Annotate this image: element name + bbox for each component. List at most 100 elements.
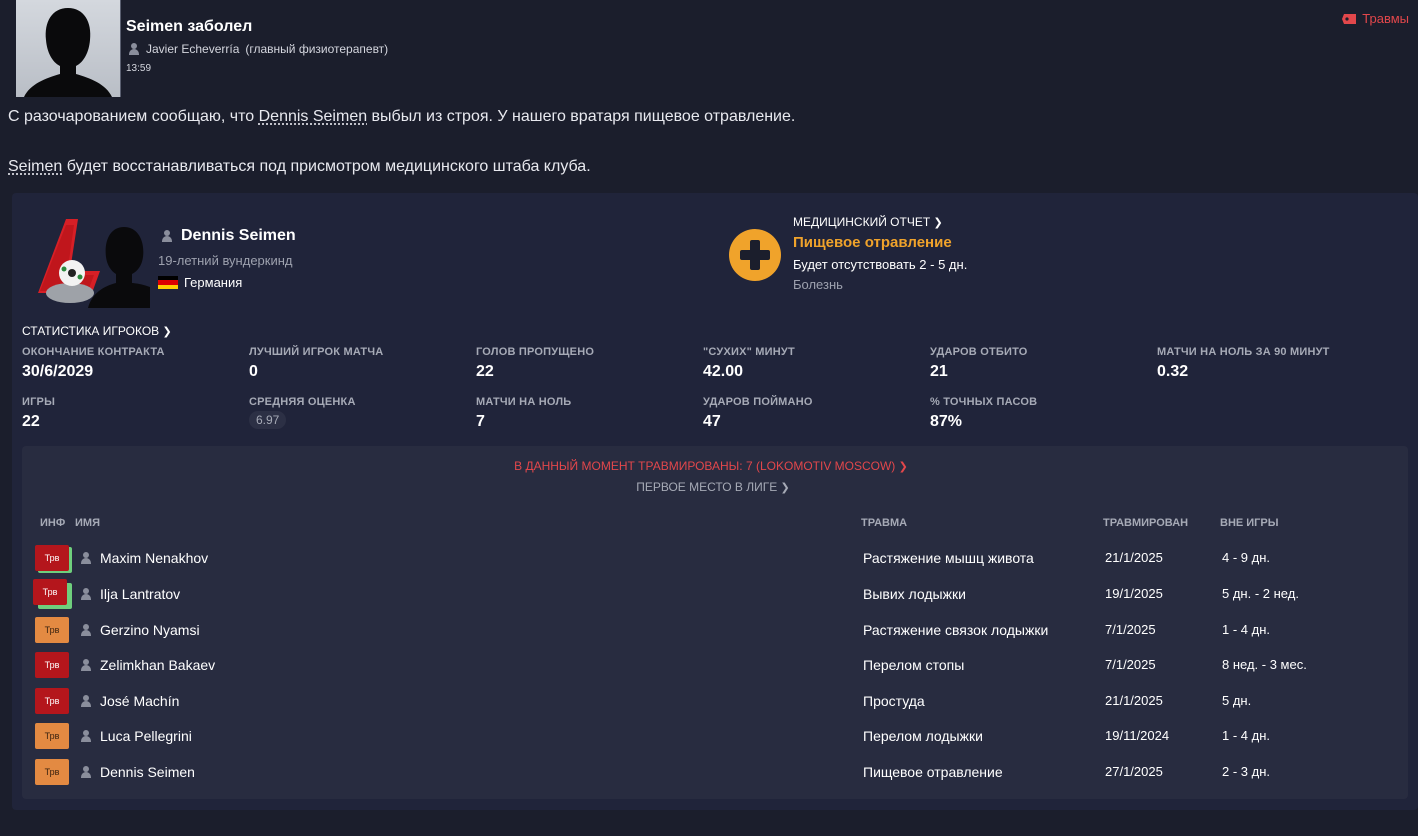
medical-report-link[interactable]: МЕДИЦИНСКИЙ ОТЧЕТ ❯ [793,215,943,229]
person-icon [80,766,92,778]
stat-label: ЛУЧШИЙ ИГРОК МАТЧА [249,346,384,358]
player-name-cell[interactable]: Maxim Nenakhov [80,550,208,566]
stat-value: 47 [703,413,721,430]
stat-value: 22 [476,363,494,380]
person-icon [80,552,92,564]
injury-cell: Простуда [863,693,925,709]
injury-cell: Растяжение мышц живота [863,550,1034,566]
sender-line[interactable]: Javier Echeverría (главный физиотерапевт… [128,42,388,56]
player-name-text[interactable]: Maxim Nenakhov [100,550,208,566]
stat-contract-end: ОКОНЧАНИЕ КОНТРАКТА 30/6/2029 [22,346,165,381]
stat-value: 87% [930,413,963,430]
league-position-link[interactable]: ПЕРВОЕ МЕСТО В ЛИГЕ ❯ [0,480,1418,494]
player-name-cell[interactable]: Ilja Lantratov [80,586,180,602]
player-name-cell[interactable]: José Machín [80,693,179,709]
person-icon [80,659,92,671]
stat-value: 0.32 [1157,363,1189,380]
player-link[interactable]: Seimen [8,158,62,175]
chevron-right-icon: ❯ [162,326,172,338]
player-stats-link[interactable]: СТАТИСТИКА ИГРОКОВ ❯ [22,324,172,338]
player-name-cell[interactable]: Dennis Seimen [80,764,195,780]
player-name-text[interactable]: José Machín [100,693,179,709]
player-description: 19-летний вундеркинд [158,253,293,268]
person-icon [80,588,92,600]
stat-label: ОКОНЧАНИЕ КОНТРАКТА [22,346,165,358]
player-name-cell[interactable]: Gerzino Nyamsi [80,622,200,638]
injuries-tag[interactable]: Травмы [1342,11,1409,26]
injury-badge[interactable]: Трв [35,759,69,785]
tag-icon [1342,13,1357,24]
header-divider [120,0,121,97]
stat-label: ГОЛОВ ПРОПУЩЕНО [476,346,595,358]
sender-avatar[interactable] [16,0,120,97]
table-row[interactable]: Трв Zelimkhan Bakaev Перелом стопы 7/1/2… [22,649,1408,684]
person-icon [80,695,92,707]
sender-name[interactable]: Javier Echeverría [146,42,239,56]
table-row[interactable]: Трв Maxim Nenakhov Растяжение мышц живот… [22,542,1408,577]
sender-role: (главный физиотерапевт) [245,42,389,56]
stat-label: "СУХИХ" МИНУТ [703,346,795,358]
table-row[interactable]: Трв Dennis Seimen Пищевое отравление 27/… [22,756,1408,791]
player-nationality[interactable]: Германия [158,275,242,290]
player-name-text[interactable]: Zelimkhan Bakaev [100,657,215,673]
out-cell: 1 - 4 дн. [1222,728,1271,743]
medical-duration: Будет отсутствовать 2 - 5 дн. [793,257,968,272]
table-row[interactable]: Трв José Machín Простуда 21/1/2025 5 дн. [22,685,1408,720]
injury-badge[interactable]: Трв [35,545,69,571]
date-cell: 27/1/2025 [1105,764,1163,779]
table-row[interactable]: Трв Ilja Lantratov Вывих лодыжки 19/1/20… [22,578,1408,613]
player-name-cell[interactable]: Luca Pellegrini [80,728,192,744]
date-cell: 19/1/2025 [1105,586,1163,601]
current-injuries-label: В ДАННЫЙ МОМЕНТ ТРАВМИРОВАНЫ: 7 (LOKOMOT… [514,459,896,473]
player-name[interactable]: Dennis Seimen [161,227,296,245]
medical-cross-icon [729,229,781,281]
table-row[interactable]: Трв Gerzino Nyamsi Растяжение связок лод… [22,614,1408,649]
column-header-info[interactable]: ИНФ [40,517,65,529]
stat-label: % ТОЧНЫХ ПАСОВ [930,396,1038,408]
out-cell: 2 - 3 дн. [1222,764,1271,779]
injury-badge[interactable]: Трв [35,723,69,749]
out-cell: 4 - 9 дн. [1222,550,1271,565]
current-injuries-link[interactable]: В ДАННЫЙ МОМЕНТ ТРАВМИРОВАНЫ: 7 (LOKOMOT… [0,459,1418,473]
stat-label: МАТЧИ НА НОЛЬ [476,396,572,408]
table-row[interactable]: Трв Luca Pellegrini Перелом лодыжки 19/1… [22,720,1408,755]
player-link[interactable]: Dennis Seimen [259,108,368,125]
injury-badge[interactable]: Трв [35,688,69,714]
medical-report-label: МЕДИЦИНСКИЙ ОТЧЕТ [793,215,931,229]
player-name-text[interactable]: Ilja Lantratov [100,586,180,602]
person-icon [128,43,140,55]
out-cell: 5 дн. - 2 нед. [1222,586,1299,601]
injuries-tag-label: Травмы [1362,11,1409,26]
stat-average-rating: СРЕДНЯЯ ОЦЕНКА 6.97 [249,396,356,429]
out-cell: 8 нед. - 3 мес. [1222,657,1307,672]
player-name-text[interactable]: Dennis Seimen [181,227,296,245]
player-name-cell[interactable]: Zelimkhan Bakaev [80,657,215,673]
column-header-injury[interactable]: ТРАВМА [861,517,907,529]
column-header-injured[interactable]: ТРАВМИРОВАН [1103,517,1188,529]
player-stats-label: СТАТИСТИКА ИГРОКОВ [22,324,160,338]
injury-badge[interactable]: Трв [35,617,69,643]
injury-badge[interactable]: Трв [35,652,69,678]
chevron-right-icon: ❯ [898,461,908,473]
player-name-text[interactable]: Gerzino Nyamsi [100,622,200,638]
person-icon [80,730,92,742]
injury-badge[interactable]: Трв [33,579,67,605]
stat-goals-conceded: ГОЛОВ ПРОПУЩЕНО 22 [476,346,594,381]
message-title: Seimen заболел [126,18,253,35]
column-header-name[interactable]: ИМЯ [75,517,100,529]
player-name-text[interactable]: Luca Pellegrini [100,728,192,744]
injury-cell: Вывих лодыжки [863,586,966,602]
stat-value: 7 [476,413,485,430]
injury-cell: Пищевое отравление [863,764,1003,780]
club-player-picture[interactable] [30,213,150,308]
player-name-text[interactable]: Dennis Seimen [100,764,195,780]
column-header-out[interactable]: ВНЕ ИГРЫ [1220,517,1279,529]
stat-clean-sheets-per-90: МАТЧИ НА НОЛЬ ЗА 90 МИНУТ 0.32 [1157,346,1330,381]
stat-value: 30/6/2029 [22,363,94,380]
date-cell: 21/1/2025 [1105,550,1163,565]
stat-value: 0 [249,363,258,380]
league-position-label: ПЕРВОЕ МЕСТО В ЛИГЕ [636,480,778,494]
message-text: С разочарованием сообщаю, что [8,108,259,125]
message-time: 13:59 [126,63,152,74]
stat-value: 42.00 [703,363,744,380]
